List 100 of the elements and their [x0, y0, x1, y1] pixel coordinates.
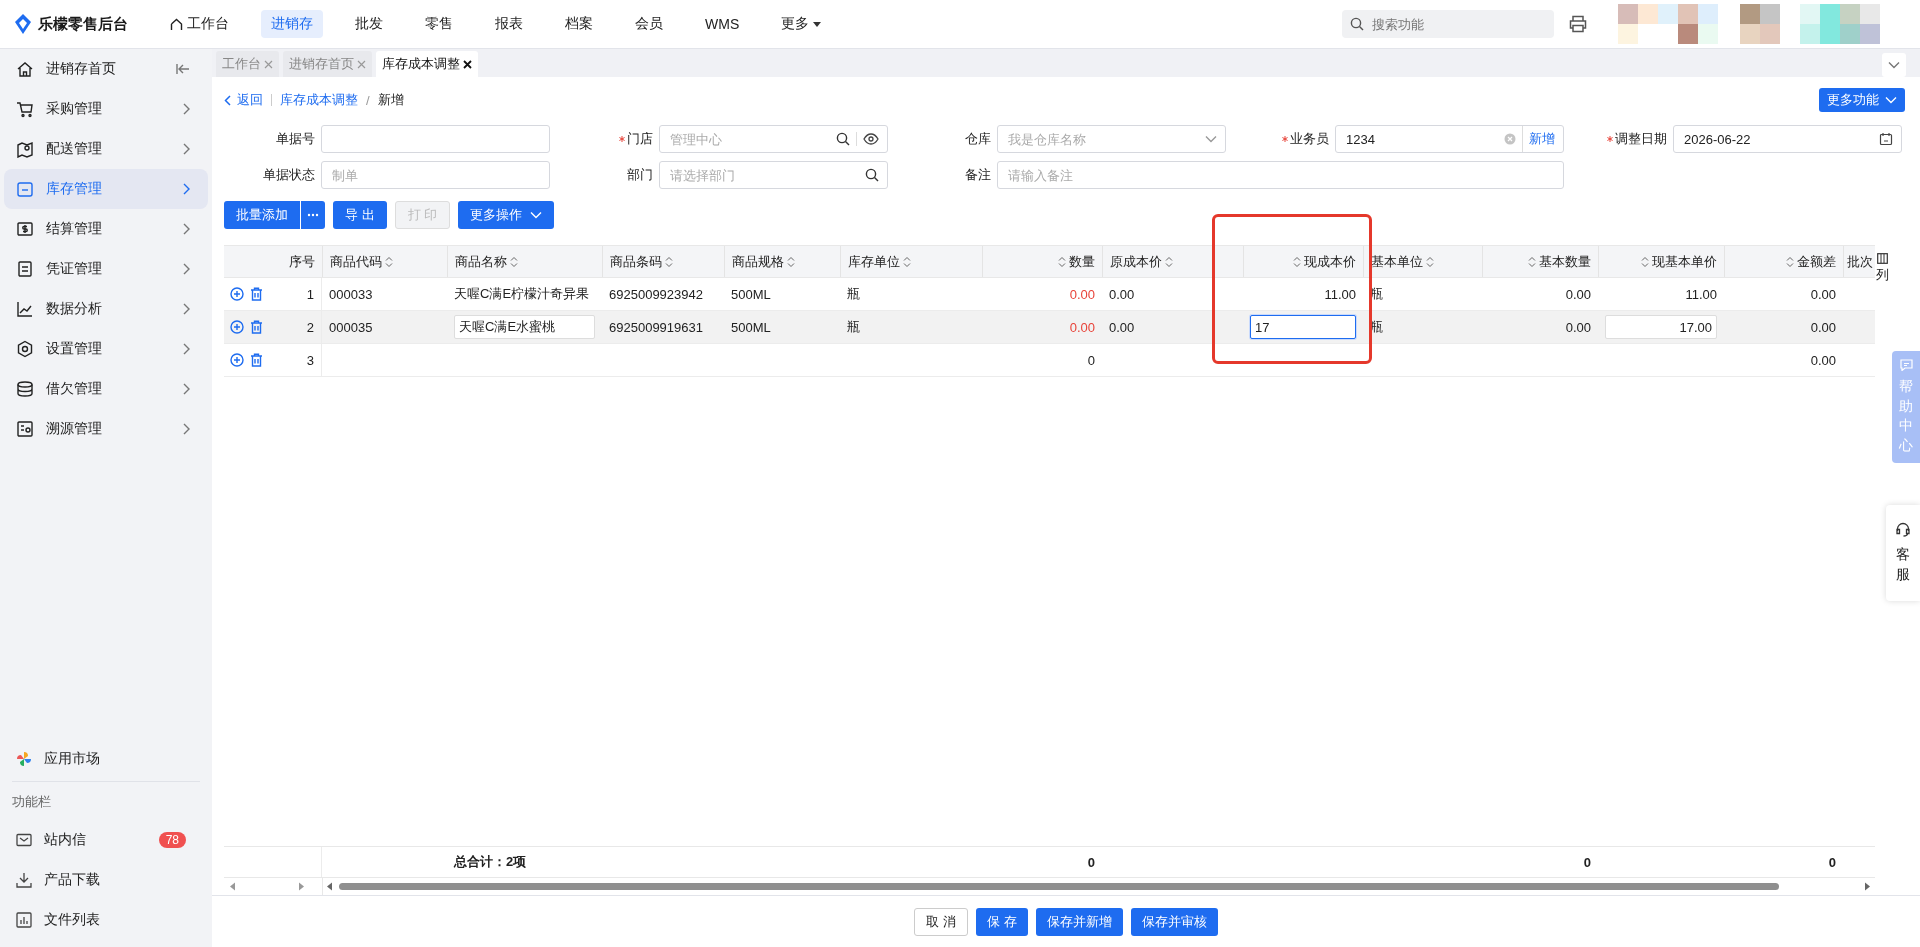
search-field[interactable]: 搜索功能 — [1370, 15, 1534, 33]
close-icon[interactable] — [463, 59, 472, 69]
save-button[interactable]: 保存并审核 — [1130, 908, 1218, 936]
field-label: 门店 — [627, 130, 653, 148]
sidebar-item[interactable]: 设置管理 — [4, 329, 208, 369]
nav-item[interactable]: 更多 — [771, 10, 832, 38]
text-field[interactable] — [321, 125, 550, 153]
sidebar-item[interactable]: 文件列表 — [4, 900, 208, 940]
sort-icon[interactable] — [510, 255, 518, 268]
search-icon[interactable] — [836, 132, 850, 146]
page-tab[interactable]: 库存成本调整 — [376, 51, 478, 77]
app-market-item[interactable]: 应用市场 — [4, 739, 208, 779]
department-field[interactable]: 请选择部门 — [668, 166, 859, 184]
add-icon[interactable] — [230, 287, 244, 301]
sidebar-item[interactable]: 数据分析 — [4, 289, 208, 329]
sort-icon[interactable] — [1426, 255, 1434, 268]
sidebar-item[interactable]: 进销存首页 — [4, 49, 208, 89]
text-field[interactable]: 制单 — [330, 166, 541, 184]
table-row[interactable]: 3 0 0.00 — [224, 344, 1875, 377]
save-button[interactable]: 保存并新增 — [1035, 908, 1123, 936]
salesperson-field[interactable]: 1234 — [1344, 130, 1498, 148]
search-icon[interactable] — [865, 168, 879, 182]
toolbar-button[interactable]: 导 出 — [333, 201, 387, 229]
sidebar-item[interactable]: 溯源管理 — [4, 409, 208, 449]
sort-icon[interactable] — [903, 255, 911, 268]
nav-item[interactable]: 进销存 — [261, 10, 323, 38]
remark-field[interactable]: 请输入备注 — [1006, 166, 1555, 184]
back-link[interactable]: 返回 — [224, 91, 263, 109]
sidebar-item[interactable]: 库存管理 — [4, 169, 208, 209]
sidebar-item[interactable]: 借欠管理 — [4, 369, 208, 409]
nav-item[interactable]: 零售 — [415, 10, 463, 38]
store-field[interactable]: 管理中心 — [668, 130, 830, 148]
sort-icon[interactable] — [1528, 255, 1536, 268]
remark-field[interactable]: 请输入备注 — [997, 161, 1564, 189]
nav-item[interactable]: 档案 — [555, 10, 603, 38]
table-cell-text: 500ML — [730, 318, 772, 337]
field-label: 调整日期 — [1615, 130, 1667, 148]
trash-icon[interactable] — [250, 353, 263, 367]
caret-down-icon — [1885, 96, 1897, 104]
date-field[interactable]: 2026-06-22 — [1682, 130, 1873, 148]
save-button[interactable]: 保 存 — [976, 908, 1028, 936]
salesperson-field[interactable]: 1234 新增 — [1335, 125, 1564, 153]
trash-icon[interactable] — [250, 320, 263, 334]
eye-icon[interactable] — [863, 133, 879, 145]
coins-icon — [16, 380, 34, 398]
count-badge: 78 — [158, 832, 186, 848]
add-icon[interactable] — [230, 353, 244, 367]
cell-input[interactable]: 17.00 — [1605, 315, 1717, 339]
sort-icon[interactable] — [1058, 255, 1066, 268]
sidebar-item[interactable]: 采购管理 — [4, 89, 208, 129]
sort-icon[interactable] — [787, 255, 795, 268]
nav-item[interactable]: WMS — [695, 10, 750, 38]
add-icon[interactable] — [230, 320, 244, 334]
more-functions-button[interactable]: 更多功能 — [1819, 88, 1905, 112]
calendar-icon[interactable] — [1879, 132, 1893, 146]
sidebar-item[interactable]: 配送管理 — [4, 129, 208, 169]
table-cell-text: 000035 — [328, 318, 374, 337]
warehouse-select[interactable]: 我是仓库名称 — [1006, 130, 1199, 148]
sort-icon[interactable] — [1641, 255, 1649, 268]
cell-input[interactable]: 17 — [1250, 315, 1356, 339]
sort-icon[interactable] — [665, 255, 673, 268]
warehouse-select[interactable]: 我是仓库名称 — [997, 125, 1226, 153]
store-field[interactable]: 管理中心 — [659, 125, 888, 153]
cancel-button[interactable]: 取 消 — [914, 908, 968, 936]
field-label: 业务员 — [1290, 130, 1329, 148]
more-button[interactable] — [301, 201, 325, 229]
trash-icon[interactable] — [250, 287, 263, 301]
sidebar-item[interactable]: 产品下载 — [4, 860, 208, 900]
nav-item[interactable]: 批发 — [345, 10, 393, 38]
more-actions-button[interactable]: 更多操作 — [458, 201, 555, 229]
nav-item[interactable]: 工作台 — [160, 10, 239, 38]
nav-item[interactable]: 报表 — [485, 10, 533, 38]
sort-icon[interactable] — [1293, 255, 1301, 268]
date-field[interactable]: 2026-06-22 — [1673, 125, 1902, 153]
sidebar-item[interactable]: 结算管理 — [4, 209, 208, 249]
clear-icon[interactable] — [1504, 133, 1516, 145]
field-label: 备注 — [965, 166, 991, 184]
sort-icon[interactable] — [1165, 255, 1173, 268]
department-field[interactable]: 请选择部门 — [659, 161, 888, 189]
add-link[interactable]: 新增 — [1522, 126, 1555, 152]
column-header: 库存单位 — [848, 252, 900, 271]
batch-add-button[interactable]: 批量添加 — [224, 201, 300, 229]
breadcrumb-item[interactable]: 库存成本调整 — [280, 91, 358, 109]
nav-item[interactable]: 会员 — [625, 10, 673, 38]
text-field[interactable]: 制单 — [321, 161, 550, 189]
table-cell-text: 0.00 — [1564, 285, 1592, 304]
tab-menu-button[interactable] — [1882, 53, 1906, 77]
chevron-right-icon — [182, 103, 190, 115]
table-cell-text: 0.00 — [1564, 318, 1592, 337]
table-cell-text: 瓶 — [846, 285, 861, 303]
collapse-icon[interactable] — [176, 63, 190, 75]
sidebar-item[interactable]: 站内信 78 — [4, 820, 208, 860]
sidebar-item[interactable]: 凭证管理 — [4, 249, 208, 289]
search-field[interactable]: 搜索功能 — [1342, 10, 1554, 38]
sort-icon[interactable] — [1786, 255, 1794, 268]
sort-icon[interactable] — [385, 255, 393, 268]
chevron-right-icon — [182, 423, 190, 435]
printer-icon[interactable] — [1568, 15, 1588, 33]
customer-service-button[interactable]: 客服 — [1886, 505, 1920, 601]
cell-input[interactable]: 天喔C满E水蜜桃 — [454, 315, 595, 339]
